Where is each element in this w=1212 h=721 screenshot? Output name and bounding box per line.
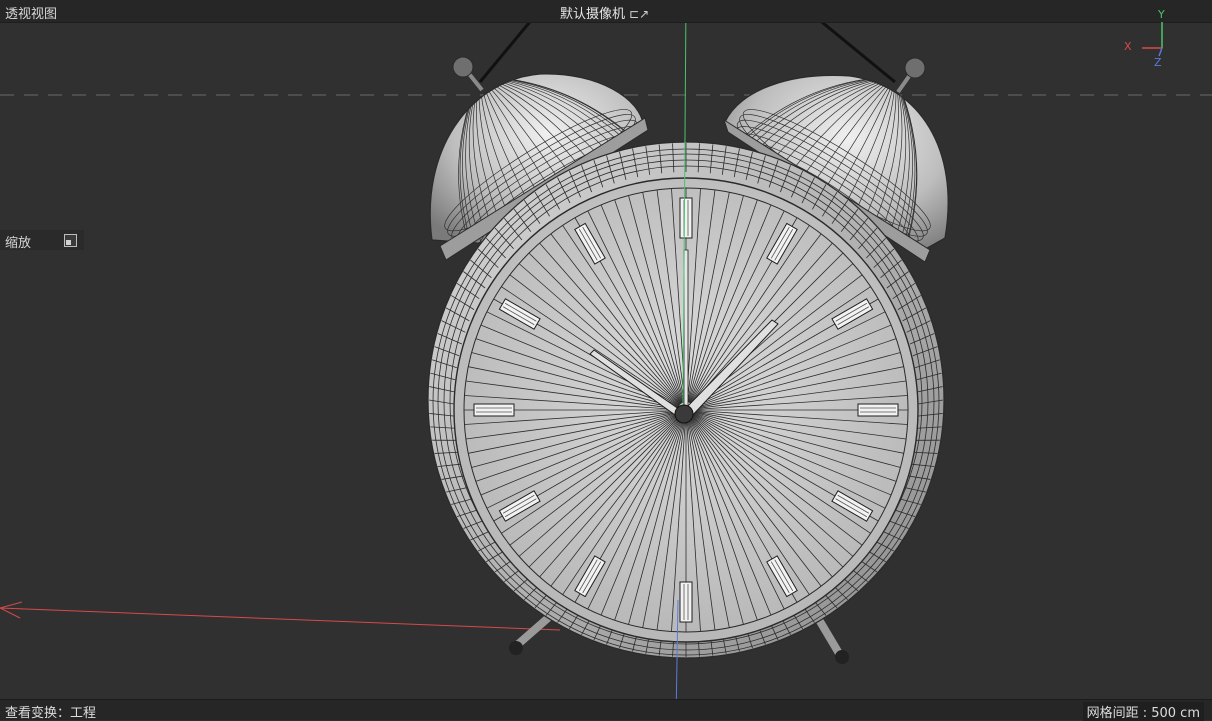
hand-pivot bbox=[675, 405, 693, 423]
hour-marker bbox=[858, 404, 898, 416]
hour-marker bbox=[680, 198, 692, 238]
zoom-control[interactable]: 缩放 bbox=[0, 230, 84, 250]
gizmo-z-label: Z bbox=[1154, 56, 1162, 69]
leg-right-foot bbox=[835, 650, 849, 664]
view-title[interactable]: 透视视图 bbox=[5, 3, 57, 22]
leg-left-foot bbox=[509, 641, 523, 655]
camera-target-icon[interactable]: ⊏↗ bbox=[629, 7, 649, 21]
leg-left bbox=[516, 618, 548, 646]
world-x-axis bbox=[0, 608, 560, 630]
perspective-viewport[interactable]: 透视视图 默认摄像机 ⊏↗ 缩放 Y X Z 查看变换：工程 网格间距 : 500… bbox=[0, 0, 1212, 720]
gizmo-x-label: X bbox=[1124, 40, 1132, 53]
second-hand bbox=[684, 250, 688, 420]
gizmo-y-label: Y bbox=[1158, 8, 1165, 21]
hour-marker bbox=[474, 404, 514, 416]
zoom-frame-icon[interactable] bbox=[64, 234, 77, 247]
axis-gizmo: Y X Z bbox=[1124, 8, 1184, 72]
view-transform-status: 查看变换：工程 bbox=[5, 702, 96, 721]
clock-body bbox=[428, 142, 944, 658]
camera-selector[interactable]: 默认摄像机 ⊏↗ bbox=[558, 3, 651, 22]
bell-right-knob bbox=[905, 58, 925, 78]
x-axis-arrow bbox=[0, 602, 22, 618]
scene-canvas[interactable] bbox=[0, 0, 1212, 720]
grid-spacing-status: 网格间距 : 500 cm bbox=[1083, 702, 1204, 721]
hour-marker bbox=[680, 582, 692, 622]
zoom-label: 缩放 bbox=[5, 232, 31, 251]
viewport-header: 透视视图 默认摄像机 ⊏↗ bbox=[0, 0, 1212, 23]
bell-left-knob bbox=[453, 57, 473, 77]
leg-right bbox=[818, 618, 840, 655]
camera-name: 默认摄像机 bbox=[560, 7, 625, 22]
viewport-status-bar: 查看变换：工程 网格间距 : 500 cm bbox=[0, 699, 1212, 720]
